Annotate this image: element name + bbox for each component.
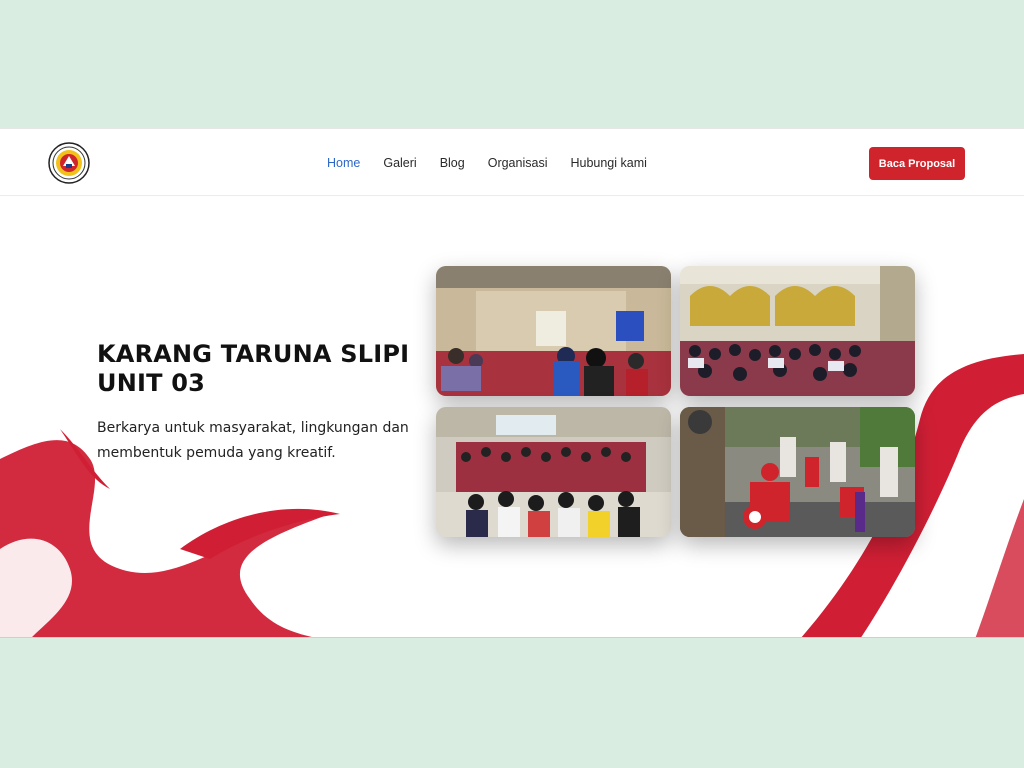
nav-blog[interactable]: Blog [440,156,465,170]
hero-photo-gallery [436,266,916,537]
hero-title-line1: KARANG TARUNA SLIPI [97,340,410,368]
website-frame: Home Galeri Blog Organisasi Hubungi kami… [0,128,1024,638]
photo-street-parade[interactable] [680,407,915,537]
karang-taruna-logo-icon[interactable] [48,142,90,184]
photo-seated-audience[interactable] [680,266,915,396]
nav-home[interactable]: Home [327,156,360,170]
nav-hubungi-kami[interactable]: Hubungi kami [570,156,646,170]
main-nav: Home Galeri Blog Organisasi Hubungi kami [327,156,670,170]
baca-proposal-button[interactable]: Baca Proposal [869,147,965,180]
nav-galeri[interactable]: Galeri [383,156,416,170]
hero-title: KARANG TARUNA SLIPI UNIT 03 [97,340,427,398]
photo-standing-group[interactable] [436,407,671,537]
nav-organisasi[interactable]: Organisasi [488,156,548,170]
hero-title-line2: UNIT 03 [97,369,206,397]
hero-subtitle-line1: Berkarya untuk masyarakat, lingkungan da… [97,420,409,436]
hero-subtitle-line2: membentuk pemuda yang kreatif. [97,445,336,461]
hero-subtitle: Berkarya untuk masyarakat, lingkungan da… [97,416,427,466]
hero-section: KARANG TARUNA SLIPI UNIT 03 Berkarya unt… [97,340,427,466]
photo-hall-presentation[interactable] [436,266,671,396]
site-header: Home Galeri Blog Organisasi Hubungi kami… [0,129,1024,196]
